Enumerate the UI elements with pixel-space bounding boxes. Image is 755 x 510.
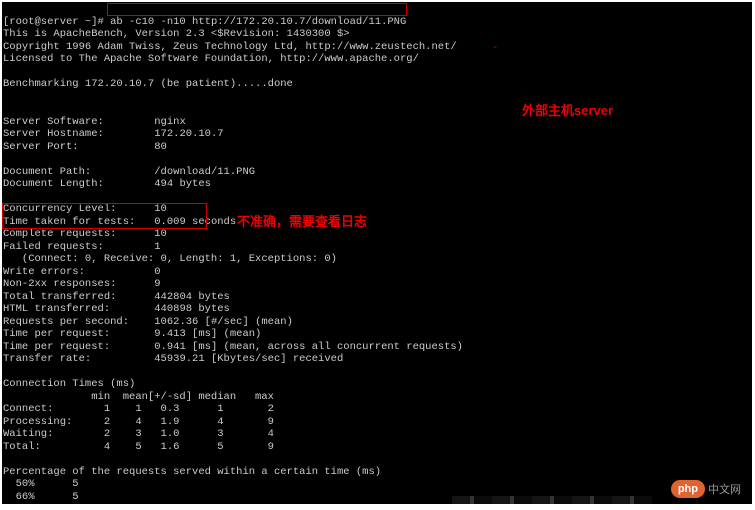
server-port-value: 80 <box>154 141 167 153</box>
non2xx-label: Non-2xx responses: <box>3 278 116 290</box>
pct-66: 66% 5 <box>3 491 79 503</box>
percentage-title: Percentage of the requests served within… <box>3 466 381 478</box>
time-per-req-label: Time per request: <box>3 328 110 340</box>
document-path-value: /download/11.PNG <box>154 166 255 178</box>
server-port-label: Server Port: <box>3 141 79 153</box>
annotation-box-command <box>107 3 407 16</box>
complete-requests-value: 10 <box>154 228 167 240</box>
concurrency-level-value: 10 <box>154 203 167 215</box>
bottom-artifact <box>452 496 652 504</box>
benchmarking-line: Benchmarking 172.20.10.7 (be patient)...… <box>3 78 293 90</box>
rps-value: 1062.36 [#/sec] (mean) <box>154 316 293 328</box>
terminal-window[interactable]: [root@server ~]# ab -c10 -n10 http://172… <box>2 2 752 504</box>
annotation-inaccurate: 不准确，需要查看日志 <box>237 216 367 229</box>
failed-requests-label: Failed requests: <box>3 241 104 253</box>
annotation-external-host: 外部主机server <box>522 105 613 118</box>
ab-header-3: Licensed to The Apache Software Foundati… <box>3 53 419 65</box>
transfer-rate-label: Transfer rate: <box>3 353 91 365</box>
php-cn-logo: php 中文网 <box>671 480 741 498</box>
prompt: [root@server ~]# <box>3 16 110 28</box>
annotation-dash: - <box>492 42 498 55</box>
document-length-label: Document Length: <box>3 178 104 190</box>
complete-requests-label: Complete requests: <box>3 228 116 240</box>
time-per-req2-label: Time per request: <box>3 341 110 353</box>
total-transferred-value: 442804 bytes <box>154 291 230 303</box>
concurrency-level-label: Concurrency Level: <box>3 203 116 215</box>
ct-connect: Connect: 1 1 0.3 1 2 <box>3 403 274 415</box>
command-text: ab -c10 -n10 http://172.20.10.7/download… <box>110 16 406 28</box>
ab-header-1: This is ApacheBench, Version 2.3 <$Revis… <box>3 28 350 40</box>
time-per-req2-value: 0.941 [ms] (mean, across all concurrent … <box>154 341 463 353</box>
connection-times-title: Connection Times (ms) <box>3 378 135 390</box>
rps-label: Requests per second: <box>3 316 129 328</box>
server-hostname-value: 172.20.10.7 <box>154 128 223 140</box>
logo-bubble: php <box>671 480 705 498</box>
time-taken-value: 0.009 seconds <box>154 216 236 228</box>
connection-times-header: min mean[+/-sd] median max <box>3 391 274 403</box>
time-per-req-value: 9.413 [ms] (mean) <box>154 328 261 340</box>
server-software-value: nginx <box>154 116 186 128</box>
server-software-label: Server Software: <box>3 116 104 128</box>
non2xx-value: 9 <box>154 278 160 290</box>
write-errors-value: 0 <box>154 266 160 278</box>
ct-waiting: Waiting: 2 3 1.0 3 4 <box>3 428 274 440</box>
time-taken-label: Time taken for tests: <box>3 216 135 228</box>
document-path-label: Document Path: <box>3 166 91 178</box>
pct-50: 50% 5 <box>3 478 79 490</box>
pct-75: 75% 5 <box>3 503 79 504</box>
total-transferred-label: Total transferred: <box>3 291 116 303</box>
failed-requests-value: 1 <box>154 241 160 253</box>
transfer-rate-value: 45939.21 [Kbytes/sec] received <box>154 353 343 365</box>
logo-text: 中文网 <box>708 481 741 497</box>
ab-header-2: Copyright 1996 Adam Twiss, Zeus Technolo… <box>3 41 457 53</box>
server-hostname-label: Server Hostname: <box>3 128 104 140</box>
document-length-value: 494 bytes <box>154 178 211 190</box>
ct-processing: Processing: 2 4 1.9 4 9 <box>3 416 274 428</box>
write-errors-label: Write errors: <box>3 266 85 278</box>
ct-total: Total: 4 5 1.6 5 9 <box>3 441 274 453</box>
html-transferred-label: HTML transferred: <box>3 303 110 315</box>
failed-requests-note: (Connect: 0, Receive: 0, Length: 1, Exce… <box>3 253 337 265</box>
html-transferred-value: 440898 bytes <box>154 303 230 315</box>
